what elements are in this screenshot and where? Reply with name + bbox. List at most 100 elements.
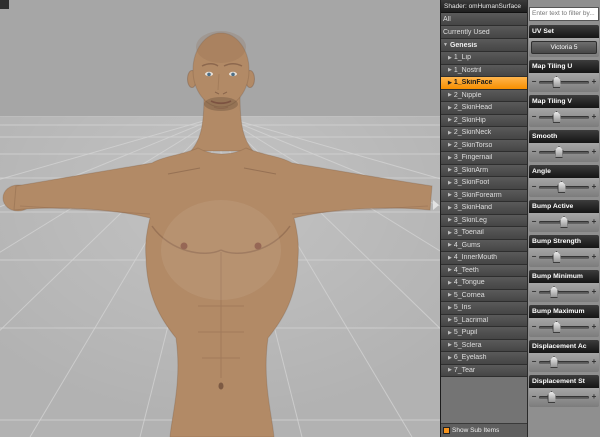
surface-list-item[interactable]: ▶ 6_Eyelash — [441, 352, 527, 365]
surface-list-item[interactable]: ▶ 1_SkinFace — [441, 77, 527, 90]
surface-list-item[interactable]: ▶ 5_Iris — [441, 302, 527, 315]
slider-track[interactable] — [539, 391, 589, 403]
property-header[interactable]: Displacement St — [529, 374, 599, 388]
filter-all[interactable]: All — [441, 13, 527, 26]
slider-thumb[interactable] — [552, 111, 561, 123]
surface-list-item[interactable]: ▶ 2_SkinHip — [441, 114, 527, 127]
show-sub-items-checkbox[interactable] — [443, 427, 450, 434]
expand-arrow-icon[interactable]: ▶ — [448, 242, 452, 248]
slider-decrement-button[interactable]: − — [531, 148, 537, 156]
expand-arrow-icon[interactable]: ▶ — [448, 105, 452, 111]
surface-list-item[interactable]: ▶ 4_InnerMouth — [441, 252, 527, 265]
surface-list-item[interactable]: ▶ 2_SkinNeck — [441, 127, 527, 140]
surface-list-item[interactable]: ▶ 4_Gums — [441, 239, 527, 252]
slider-decrement-button[interactable]: − — [531, 288, 537, 296]
slider-increment-button[interactable]: + — [591, 393, 597, 401]
collapse-arrow-icon[interactable]: ▼ — [443, 42, 448, 48]
slider-decrement-button[interactable]: − — [531, 358, 537, 366]
surface-list-item[interactable]: ▶ 5_Cornea — [441, 289, 527, 302]
slider-track[interactable] — [539, 146, 589, 158]
slider-thumb[interactable] — [552, 76, 561, 88]
surface-list-item[interactable]: ▶ 3_Fingernail — [441, 152, 527, 165]
expand-arrow-icon[interactable]: ▶ — [448, 130, 452, 136]
expand-arrow-icon[interactable]: ▶ — [448, 267, 452, 273]
slider-increment-button[interactable]: + — [591, 113, 597, 121]
uv-set-select[interactable]: Victoria 5 — [531, 40, 597, 54]
slider-thumb[interactable] — [559, 216, 569, 228]
surface-list-item[interactable]: ▶ 5_Lacrimal — [441, 314, 527, 327]
slider-decrement-button[interactable]: − — [531, 183, 537, 191]
expand-arrow-icon[interactable]: ▶ — [448, 155, 452, 161]
slider-decrement-button[interactable]: − — [531, 323, 537, 331]
expand-arrow-icon[interactable]: ▶ — [448, 142, 452, 148]
expand-arrow-icon[interactable]: ▶ — [448, 330, 452, 336]
property-header[interactable]: Bump Strength — [529, 234, 599, 248]
slider-thumb[interactable] — [552, 251, 561, 263]
expand-arrow-icon[interactable]: ▶ — [448, 67, 452, 73]
surface-list-item[interactable]: ▶ 2_SkinTorso — [441, 139, 527, 152]
expand-arrow-icon[interactable]: ▶ — [448, 167, 452, 173]
expand-arrow-icon[interactable]: ▶ — [448, 317, 452, 323]
expand-arrow-icon[interactable]: ▶ — [448, 92, 452, 98]
slider-track[interactable] — [539, 181, 589, 193]
filter-input[interactable] — [529, 6, 599, 21]
surface-list-item[interactable]: ▶ 3_Toenail — [441, 227, 527, 240]
slider-increment-button[interactable]: + — [591, 183, 597, 191]
slider-thumb[interactable] — [547, 391, 556, 403]
slider-decrement-button[interactable]: − — [531, 78, 537, 86]
expand-arrow-icon[interactable]: ▶ — [448, 292, 452, 298]
surface-list-item[interactable]: ▶ 4_Tongue — [441, 277, 527, 290]
slider-track[interactable] — [539, 356, 589, 368]
expand-arrow-icon[interactable]: ▶ — [448, 217, 452, 223]
surface-list-item[interactable]: ▶ 2_Nipple — [441, 89, 527, 102]
expand-arrow-icon[interactable]: ▶ — [448, 230, 452, 236]
slider-thumb[interactable] — [549, 356, 559, 368]
property-header[interactable]: Displacement Ac — [529, 339, 599, 353]
slider-increment-button[interactable]: + — [591, 253, 597, 261]
expand-arrow-icon[interactable]: ▶ — [448, 305, 452, 311]
slider-track[interactable] — [539, 251, 589, 263]
surface-list-item[interactable]: ▶ 3_SkinArm — [441, 164, 527, 177]
surface-list-item[interactable]: ▶ 1_Nostril — [441, 64, 527, 77]
expand-arrow-icon[interactable]: ▶ — [448, 117, 452, 123]
slider-increment-button[interactable]: + — [591, 78, 597, 86]
expand-arrow-icon[interactable]: ▶ — [448, 255, 452, 261]
slider-thumb[interactable] — [554, 146, 564, 158]
viewport-3d[interactable] — [0, 0, 440, 437]
surface-list-item[interactable]: ▶ 3_SkinFoot — [441, 177, 527, 190]
expand-arrow-icon[interactable]: ▶ — [448, 280, 452, 286]
expand-arrow-icon[interactable]: ▶ — [448, 180, 452, 186]
slider-track[interactable] — [539, 76, 589, 88]
slider-increment-button[interactable]: + — [591, 148, 597, 156]
property-header[interactable]: Bump Minimum — [529, 269, 599, 283]
surface-list-item[interactable]: ▶ 5_Pupil — [441, 327, 527, 340]
surface-list-item[interactable]: ▶ 5_Sclera — [441, 339, 527, 352]
surface-list-item[interactable]: ▶ 1_Lip — [441, 52, 527, 65]
slider-increment-button[interactable]: + — [591, 323, 597, 331]
surface-list-item[interactable]: ▶ 7_Tear — [441, 364, 527, 377]
slider-increment-button[interactable]: + — [591, 358, 597, 366]
slider-track[interactable] — [539, 216, 589, 228]
slider-thumb[interactable] — [557, 181, 566, 193]
slider-increment-button[interactable]: + — [591, 218, 597, 226]
slider-track[interactable] — [539, 111, 589, 123]
expand-arrow-icon[interactable]: ▶ — [448, 55, 452, 61]
expand-arrow-icon[interactable]: ▶ — [448, 205, 452, 211]
expand-arrow-icon[interactable]: ▶ — [448, 80, 452, 86]
panel-collapse-arrow-icon[interactable] — [433, 200, 439, 210]
slider-track[interactable] — [539, 286, 589, 298]
property-header[interactable]: Angle — [529, 164, 599, 178]
expand-arrow-icon[interactable]: ▶ — [448, 355, 452, 361]
surface-list-item[interactable]: ▶ 3_SkinHand — [441, 202, 527, 215]
property-header[interactable]: Smooth — [529, 129, 599, 143]
slider-increment-button[interactable]: + — [591, 288, 597, 296]
slider-track[interactable] — [539, 321, 589, 333]
surface-group-genesis[interactable]: ▼ Genesis — [441, 39, 527, 52]
property-header[interactable]: Map Tiling U — [529, 59, 599, 73]
surface-list-item[interactable]: ▶ 4_Teeth — [441, 264, 527, 277]
expand-arrow-icon[interactable]: ▶ — [448, 367, 452, 373]
slider-decrement-button[interactable]: − — [531, 113, 537, 121]
slider-decrement-button[interactable]: − — [531, 253, 537, 261]
slider-thumb[interactable] — [552, 321, 561, 333]
surface-list-item[interactable]: ▶ 3_SkinForearm — [441, 189, 527, 202]
